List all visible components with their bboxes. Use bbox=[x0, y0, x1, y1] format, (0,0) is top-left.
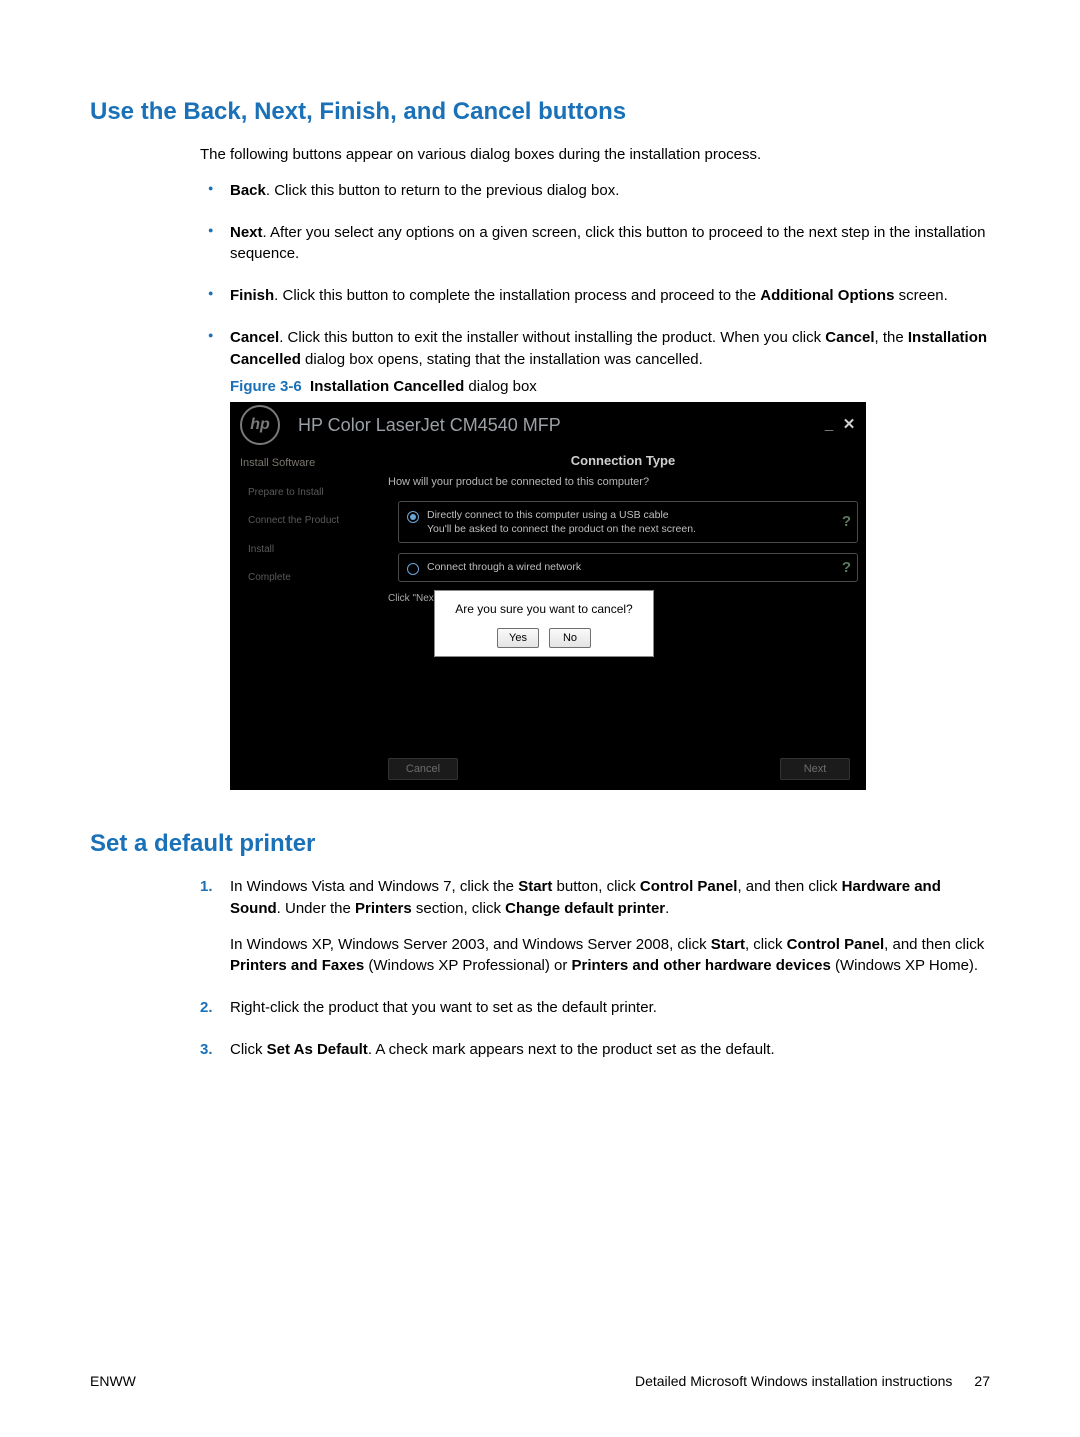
intro-paragraph: The following buttons appear on various … bbox=[200, 144, 990, 166]
close-icon[interactable]: ✕ bbox=[840, 417, 858, 433]
help-icon[interactable]: ? bbox=[842, 557, 851, 579]
sidebar-step: Install bbox=[248, 543, 376, 558]
installer-cancel-button[interactable]: Cancel bbox=[388, 758, 458, 780]
heading-use-buttons: Use the Back, Next, Finish, and Cancel b… bbox=[90, 98, 990, 126]
button-bullet-list: Back. Click this button to return to the… bbox=[200, 180, 990, 790]
bullet-cancel: Cancel. Click this button to exit the in… bbox=[200, 327, 990, 790]
bullet-back: Back. Click this button to return to the… bbox=[200, 180, 990, 202]
option-wired-network[interactable]: Connect through a wired network ? bbox=[398, 553, 858, 582]
help-icon[interactable]: ? bbox=[842, 511, 851, 533]
option-usb-line1: Directly connect to this computer using … bbox=[427, 509, 669, 521]
hp-logo-icon: hp bbox=[240, 405, 280, 445]
bullet-finish: Finish. Click this button to complete th… bbox=[200, 285, 990, 307]
footer-left: ENWW bbox=[90, 1373, 136, 1389]
step-1: In Windows Vista and Windows 7, click th… bbox=[200, 876, 990, 977]
sidebar-step: Prepare to Install bbox=[248, 486, 376, 501]
bullet-next: Next. After you select any options on a … bbox=[200, 222, 990, 266]
sidebar-step: Complete bbox=[248, 571, 376, 586]
connection-type-subtext: How will your product be connected to th… bbox=[388, 475, 858, 491]
figure-caption: Figure 3-6 Installation Cancelled dialog… bbox=[230, 376, 990, 398]
heading-set-default-printer: Set a default printer bbox=[90, 830, 990, 858]
installer-title: HP Color LaserJet CM4540 MFP bbox=[298, 412, 818, 438]
installer-next-button[interactable]: Next bbox=[780, 758, 850, 780]
step-3: Click Set As Default. A check mark appea… bbox=[200, 1039, 990, 1061]
installer-sidebar: Install Software Prepare to Install Conn… bbox=[230, 448, 380, 790]
connection-type-heading: Connection Type bbox=[388, 452, 858, 471]
option-usb[interactable]: Directly connect to this computer using … bbox=[398, 501, 858, 543]
minimize-icon[interactable]: _ bbox=[820, 417, 838, 433]
step-2: Right-click the product that you want to… bbox=[200, 997, 990, 1019]
cancel-confirm-dialog: Are you sure you want to cancel? Yes No bbox=[434, 590, 654, 657]
page-number: 27 bbox=[974, 1373, 990, 1389]
option-usb-line2: You'll be asked to connect the product o… bbox=[427, 523, 696, 535]
confirm-message: Are you sure you want to cancel? bbox=[445, 601, 643, 618]
footer-title: Detailed Microsoft Windows installation … bbox=[635, 1373, 952, 1389]
page-footer: ENWW Detailed Microsoft Windows installa… bbox=[90, 1373, 990, 1389]
no-button[interactable]: No bbox=[549, 628, 591, 648]
radio-selected-icon[interactable] bbox=[407, 511, 419, 523]
installation-cancelled-screenshot: hp HP Color LaserJet CM4540 MFP _ ✕ Inst… bbox=[230, 402, 866, 790]
sidebar-title: Install Software bbox=[240, 456, 376, 472]
sidebar-step: Connect the Product bbox=[248, 514, 376, 529]
option-wired-label: Connect through a wired network bbox=[427, 560, 581, 574]
radio-icon[interactable] bbox=[407, 563, 419, 575]
yes-button[interactable]: Yes bbox=[497, 628, 539, 648]
default-printer-steps: In Windows Vista and Windows 7, click th… bbox=[200, 876, 990, 1061]
